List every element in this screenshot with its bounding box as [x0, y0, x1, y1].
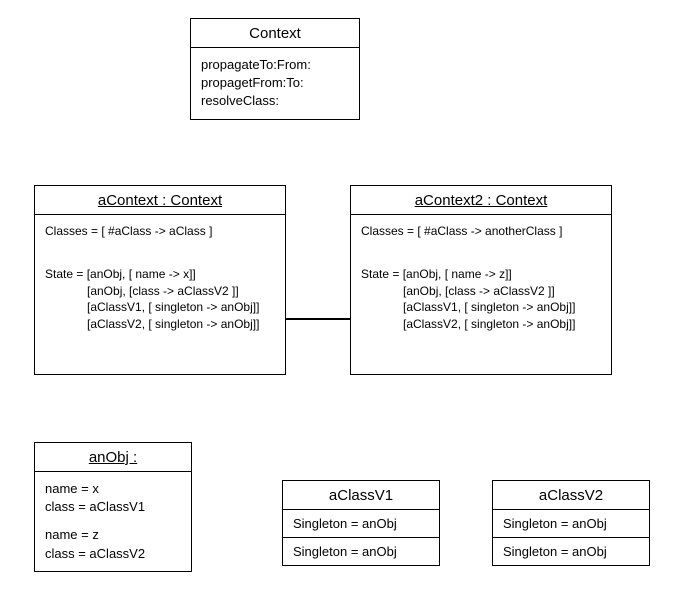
object-acontext-body: Classes = [ #aClass -> aClass ] State = …: [35, 215, 285, 341]
object-acontext2: aContext2 : Context Classes = [ #aClass …: [350, 185, 612, 375]
slot-row: Singleton = anObj: [283, 510, 439, 538]
slot-line: name = z: [45, 526, 181, 544]
operation: propagateTo:From:: [201, 56, 349, 74]
object-acontext: aContext : Context Classes = [ #aClass -…: [34, 185, 286, 375]
classes-slot: Classes = [ #aClass -> anotherClass ]: [361, 223, 601, 240]
object-aclassv1: aClassV1 Singleton = anObj Singleton = a…: [282, 480, 440, 566]
state-line: [anObj, [class -> aClassV2 ]]: [361, 283, 601, 300]
state-line: State = [anObj, [ name -> x]]: [45, 266, 275, 283]
state-line: State = [anObj, [ name -> z]]: [361, 266, 601, 283]
object-anobj: anObj : name = x class = aClassV1 name =…: [34, 442, 192, 572]
class-context-title: Context: [191, 19, 359, 48]
object-acontext-title: aContext : Context: [35, 186, 285, 215]
state-slot: State = [anObj, [ name -> x]] [anObj, [c…: [45, 266, 275, 333]
classes-slot: Classes = [ #aClass -> aClass ]: [45, 223, 275, 240]
slot-line: name = x: [45, 480, 181, 498]
object-acontext2-body: Classes = [ #aClass -> anotherClass ] St…: [351, 215, 611, 341]
spacer: [45, 516, 181, 526]
slot-row: Singleton = anObj: [493, 510, 649, 538]
object-title-text: aContext : Context: [98, 192, 222, 209]
object-title-text: aClassV2: [539, 487, 603, 504]
class-context: Context propagateTo:From: propagetFrom:T…: [190, 18, 360, 120]
slot-row: Singleton = anObj: [493, 538, 649, 565]
object-aclassv2-title: aClassV2: [493, 481, 649, 510]
operation: propagetFrom:To:: [201, 74, 349, 92]
state-line: [aClassV1, [ singleton -> anObj]]: [361, 299, 601, 316]
object-anobj-body: name = x class = aClassV1 name = z class…: [35, 472, 191, 571]
object-aclassv1-title: aClassV1: [283, 481, 439, 510]
slot-line: class = aClassV2: [45, 545, 181, 563]
object-aclassv2: aClassV2 Singleton = anObj Singleton = a…: [492, 480, 650, 566]
state-line: [aClassV2, [ singleton -> anObj]]: [361, 316, 601, 333]
class-context-operations: propagateTo:From: propagetFrom:To: resol…: [191, 48, 359, 119]
object-acontext2-title: aContext2 : Context: [351, 186, 611, 215]
state-line: [anObj, [class -> aClassV2 ]]: [45, 283, 275, 300]
state-line: [aClassV2, [ singleton -> anObj]]: [45, 316, 275, 333]
object-anobj-title: anObj :: [35, 443, 191, 472]
operation: resolveClass:: [201, 92, 349, 110]
slot-line: class = aClassV1: [45, 498, 181, 516]
state-slot: State = [anObj, [ name -> z]] [anObj, [c…: [361, 266, 601, 333]
association-line: [286, 318, 350, 320]
class-name: Context: [249, 25, 301, 42]
object-title-text: aClassV1: [329, 487, 393, 504]
object-title-text: anObj :: [89, 449, 137, 466]
state-line: [aClassV1, [ singleton -> anObj]]: [45, 299, 275, 316]
object-title-text: aContext2 : Context: [415, 192, 548, 209]
slot-row: Singleton = anObj: [283, 538, 439, 565]
